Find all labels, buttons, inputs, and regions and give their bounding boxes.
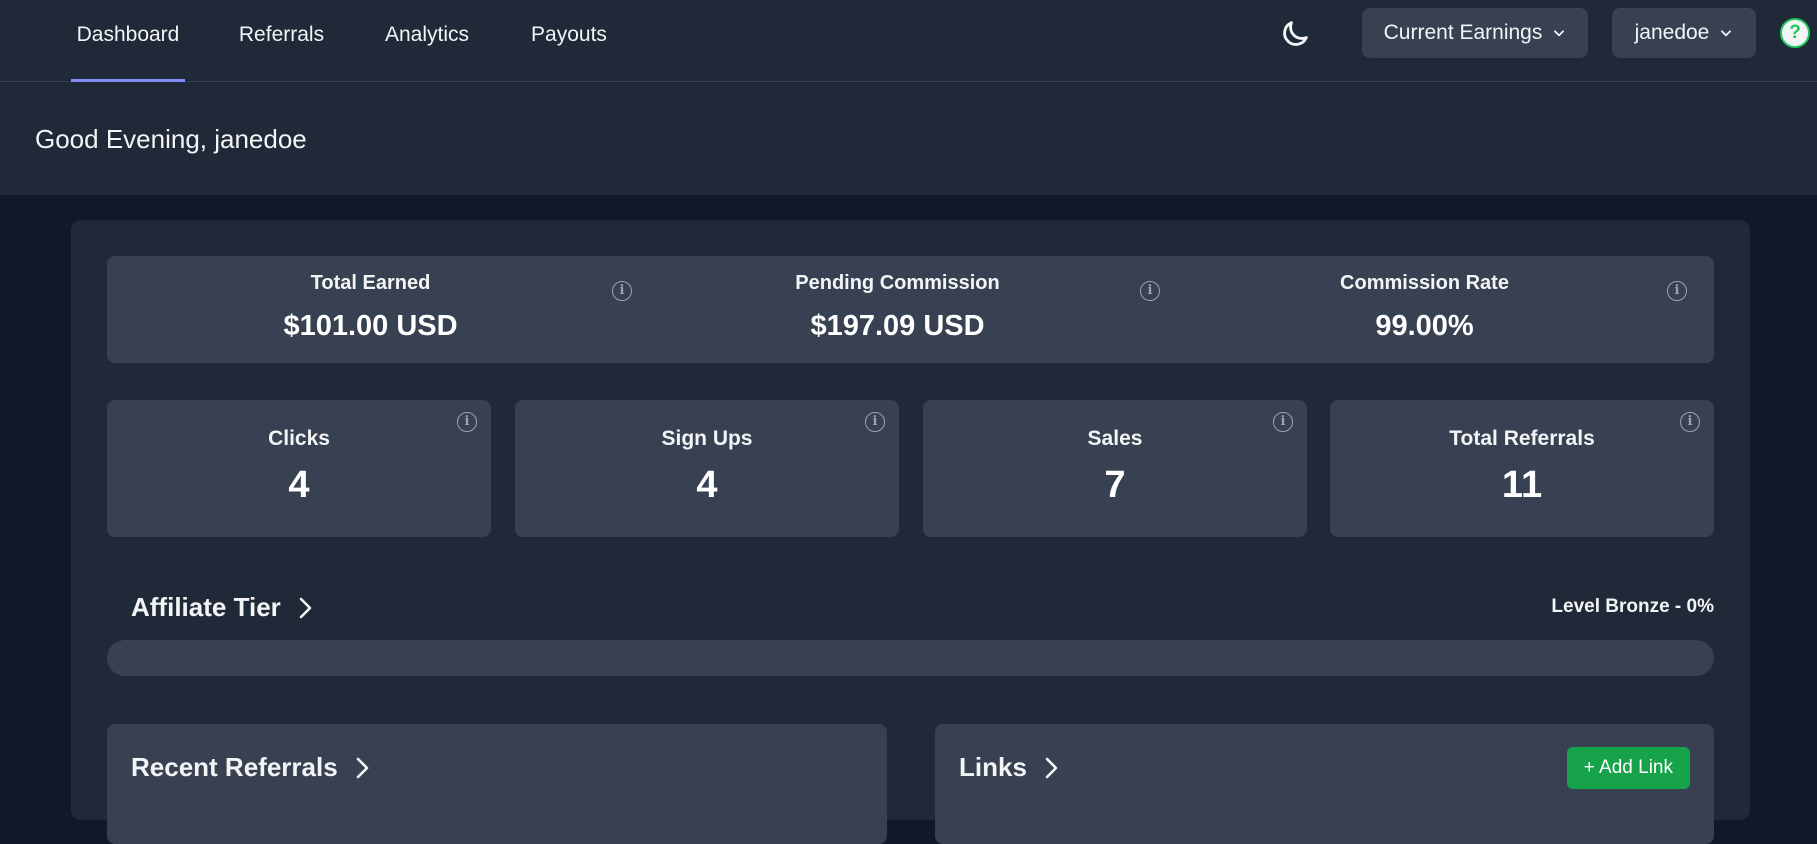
username-label: janedoe (1634, 21, 1710, 44)
user-menu-dropdown[interactable]: janedoe (1612, 8, 1756, 58)
signups-card: i Sign Ups 4 (515, 400, 899, 537)
commission-rate: Commission Rate 99.00% i (1161, 256, 1688, 363)
chevron-right-icon (1045, 757, 1058, 778)
links-card: Links + Add Link (935, 724, 1714, 844)
chevron-right-icon (299, 597, 312, 618)
current-earnings-label: Current Earnings (1383, 21, 1543, 44)
chevron-down-icon (1554, 30, 1565, 37)
clicks-card: i Clicks 4 (107, 400, 491, 537)
total-referrals-label: Total Referrals (1449, 427, 1595, 450)
clicks-label: Clicks (268, 427, 330, 450)
sales-card: i Sales 7 (923, 400, 1307, 537)
info-icon[interactable]: i (1667, 281, 1687, 301)
total-earned-label: Total Earned (310, 272, 431, 294)
total-referrals-card: i Total Referrals 11 (1330, 400, 1714, 537)
chevron-right-icon (356, 757, 368, 778)
signups-label: Sign Ups (661, 427, 753, 450)
chevron-down-icon (1721, 30, 1732, 37)
info-icon[interactable]: i (1140, 281, 1160, 301)
total-referrals-value: 11 (1501, 464, 1543, 506)
sales-value: 7 (1104, 464, 1126, 506)
total-earned-value: $101.00 USD (283, 310, 458, 342)
commission-rate-label: Commission Rate (1340, 272, 1509, 294)
tab-dashboard[interactable]: Dashboard (71, 0, 185, 82)
add-link-button[interactable]: + Add Link (1566, 747, 1690, 789)
tab-referrals[interactable]: Referrals (235, 0, 328, 82)
top-navbar: Dashboard Referrals Analytics Payouts Cu… (0, 0, 1817, 82)
commission-rate-value: 99.00% (1375, 310, 1474, 342)
help-icon[interactable]: ? (1780, 18, 1810, 48)
tab-payouts[interactable]: Payouts (527, 0, 611, 82)
moon-icon[interactable] (1278, 17, 1312, 51)
links-link[interactable]: Links (959, 752, 1059, 783)
clicks-value: 4 (288, 464, 310, 506)
greeting-bar: Good Evening, janedoe (0, 82, 1817, 195)
total-earned: Total Earned $101.00 USD i (107, 256, 634, 363)
recent-referrals-link[interactable]: Recent Referrals (131, 752, 370, 783)
pending-commission: Pending Commission $197.09 USD i (634, 256, 1161, 363)
earnings-summary-card: Total Earned $101.00 USD i Pending Commi… (107, 256, 1714, 363)
affiliate-tier-link[interactable]: Affiliate Tier (131, 592, 313, 623)
pending-commission-label: Pending Commission (795, 272, 1000, 294)
info-icon[interactable]: i (612, 281, 632, 301)
recent-referrals-card: Recent Referrals (107, 724, 887, 844)
pending-commission-value: $197.09 USD (810, 310, 985, 342)
sales-label: Sales (1087, 427, 1143, 450)
tier-level-text: Level Bronze - 0% (1551, 596, 1714, 617)
affiliate-tier-title: Affiliate Tier (131, 592, 281, 622)
dashboard-panel: Total Earned $101.00 USD i Pending Commi… (71, 220, 1750, 844)
current-earnings-dropdown[interactable]: Current Earnings (1362, 8, 1588, 58)
tier-progress-bar (107, 640, 1714, 676)
tab-analytics[interactable]: Analytics (380, 0, 474, 82)
signups-value: 4 (696, 464, 718, 506)
recent-referrals-title: Recent Referrals (131, 752, 338, 782)
page-greeting: Good Evening, janedoe (35, 124, 307, 154)
links-title: Links (959, 752, 1027, 782)
